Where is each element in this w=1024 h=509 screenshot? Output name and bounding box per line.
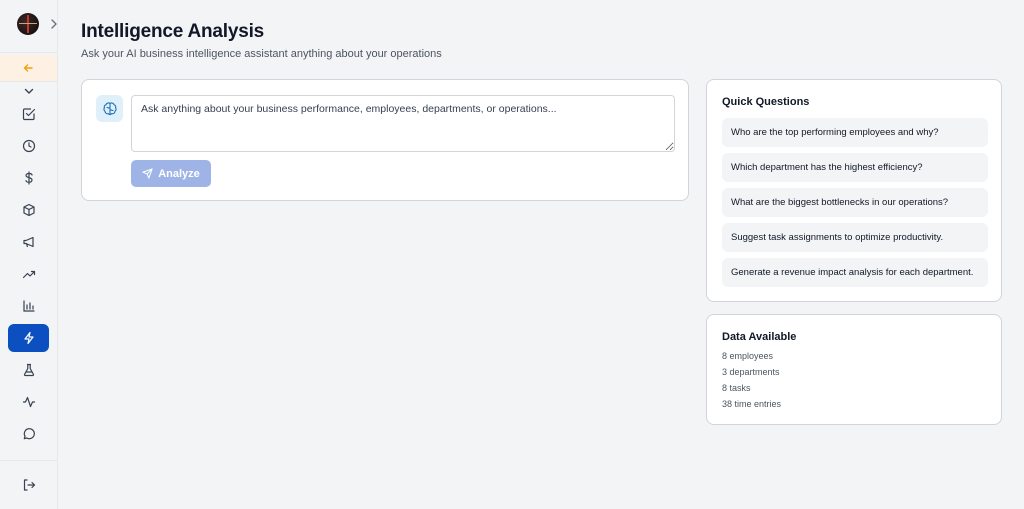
quick-question-item[interactable]: Generate a revenue impact analysis for e…: [722, 258, 988, 287]
activity-icon: [22, 396, 35, 408]
sidebar-item-marketing[interactable]: [8, 228, 49, 256]
dollar-icon: [24, 171, 33, 185]
query-input[interactable]: [131, 95, 675, 152]
quick-question-item[interactable]: What are the biggest bottlenecks in our …: [722, 188, 988, 217]
sidebar-divider: [0, 460, 58, 461]
quick-question-item[interactable]: Suggest task assignments to optimize pro…: [722, 223, 988, 252]
data-count-departments: 3 departments: [722, 367, 780, 377]
message-circle-icon: [23, 428, 35, 440]
flask-icon: [23, 363, 34, 377]
data-available-card: Data Available 8 employees 3 departments…: [706, 314, 1002, 425]
sidebar-item-messages[interactable]: [8, 420, 49, 448]
chevron-right-icon[interactable]: [49, 17, 59, 31]
bar-chart-icon: [22, 300, 35, 312]
sidebar-item-time[interactable]: [8, 132, 49, 160]
sidebar-item-intelligence[interactable]: [8, 324, 49, 352]
sidebar-item-finance[interactable]: [8, 164, 49, 192]
data-count-tasks: 8 tasks: [722, 383, 751, 393]
brain-badge: [96, 95, 123, 122]
data-available-title: Data Available: [722, 331, 797, 343]
sidebar: [0, 0, 58, 509]
trending-up-icon: [22, 270, 35, 279]
analyze-button[interactable]: Analyze: [131, 160, 211, 187]
page-title: Intelligence Analysis: [81, 21, 265, 42]
package-icon: [22, 203, 35, 217]
query-card: Analyze: [81, 79, 689, 201]
data-count-employees: 8 employees: [722, 351, 774, 361]
send-icon: [142, 168, 153, 179]
sidebar-divider: [0, 52, 58, 53]
log-out-icon: [23, 479, 35, 491]
sidebar-item-activity[interactable]: [8, 388, 49, 416]
sidebar-item-reports[interactable]: [8, 292, 49, 320]
app-logo[interactable]: [17, 13, 39, 35]
logout-button[interactable]: [8, 471, 49, 499]
lightning-icon: [23, 331, 34, 345]
clock-icon: [22, 139, 35, 153]
data-count-time-entries: 38 time entries: [722, 399, 782, 409]
megaphone-icon: [22, 236, 34, 248]
quick-question-item[interactable]: Who are the top performing employees and…: [722, 118, 988, 147]
arrow-left-icon: [23, 64, 33, 72]
sidebar-item-growth[interactable]: [8, 260, 49, 288]
quick-questions-title: Quick Questions: [722, 96, 810, 108]
analyze-button-label: Analyze: [158, 167, 200, 180]
sidebar-item-tasks[interactable]: [8, 100, 49, 128]
sidebar-item-lab[interactable]: [8, 356, 49, 384]
page-subtitle: Ask your AI business intelligence assist…: [81, 48, 442, 60]
brain-icon: [102, 101, 117, 115]
chevron-down-icon: [24, 88, 33, 94]
sidebar-item-inventory[interactable]: [8, 196, 49, 224]
quick-question-item[interactable]: Which department has the highest efficie…: [722, 153, 988, 182]
check-square-icon: [22, 108, 35, 121]
quick-questions-card: Quick Questions Who are the top performi…: [706, 79, 1002, 302]
